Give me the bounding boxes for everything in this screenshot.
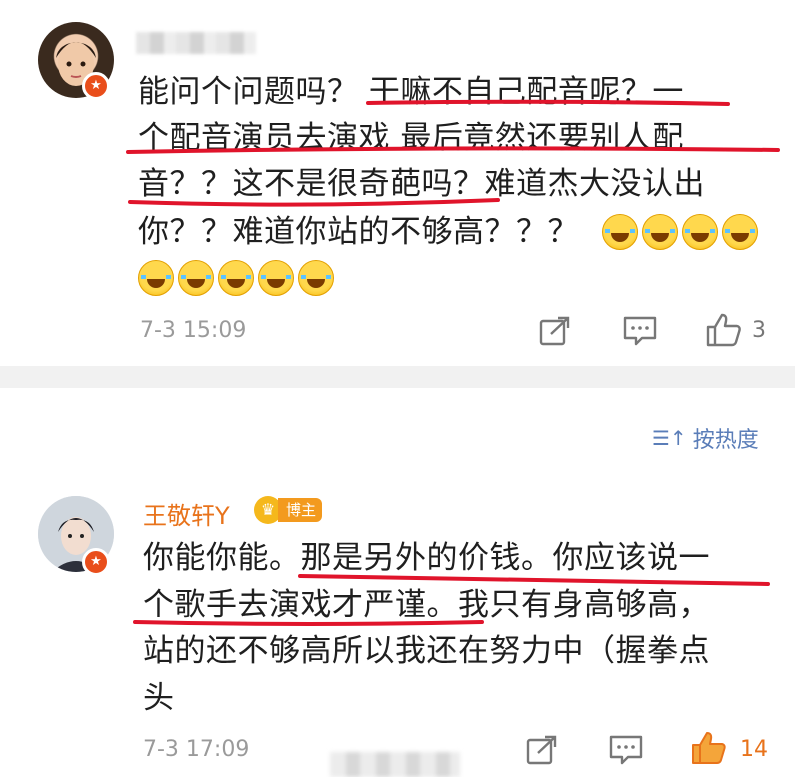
verified-badge-icon: ★ bbox=[82, 72, 110, 100]
comment-text-line-1: 能问个问题吗？ 干嘛不自己配音呢？一 bbox=[138, 74, 684, 110]
username-blurred bbox=[136, 32, 256, 54]
share-icon[interactable] bbox=[538, 314, 572, 348]
share-icon[interactable] bbox=[525, 733, 559, 767]
timestamp: 7-3 15:09 bbox=[140, 318, 247, 343]
comment-icon[interactable] bbox=[622, 314, 658, 348]
laughing-crying-emoji bbox=[218, 260, 254, 296]
laughing-crying-emoji bbox=[602, 214, 638, 250]
laughing-crying-emoji bbox=[722, 214, 758, 250]
verified-badge-icon: ★ bbox=[82, 548, 110, 576]
like-icon[interactable] bbox=[705, 312, 743, 348]
author-badge-label: 博主 bbox=[278, 498, 322, 522]
blurred-area bbox=[330, 752, 460, 777]
author-badge: ♛ 博主 bbox=[254, 496, 322, 524]
sort-icon: ☰↑ bbox=[652, 426, 687, 450]
comment-text-line-4: 头 bbox=[143, 680, 175, 716]
comment-text-line-2: 个配音演员去演戏 最后竟然还要别人配 bbox=[138, 120, 684, 156]
laughing-crying-emoji bbox=[642, 214, 678, 250]
sort-by-hot-button[interactable]: ☰↑ 按热度 bbox=[652, 422, 759, 454]
username[interactable]: 王敬轩Y bbox=[143, 496, 230, 531]
laughing-crying-emoji bbox=[258, 260, 294, 296]
comment-text-line-4: 你？？难道你站的不够高？？？ bbox=[138, 214, 579, 250]
comment-text-line-1: 你能你能。那是另外的价钱。你应该说一 bbox=[143, 540, 710, 576]
like-count: 14 bbox=[740, 737, 768, 762]
laughing-crying-emoji bbox=[298, 260, 334, 296]
comment-text-line-3: 站的还不够高所以我还在努力中（握拳点 bbox=[143, 633, 710, 669]
comment-text-line-2: 个歌手去演戏才严谨。我只有身高够高， bbox=[143, 587, 710, 623]
comment-icon[interactable] bbox=[608, 733, 644, 767]
laughing-crying-emoji bbox=[178, 260, 214, 296]
comment-text-line-3: 音？？这不是很奇葩吗？难道杰大没认出 bbox=[138, 166, 705, 202]
like-count: 3 bbox=[752, 318, 766, 343]
section-divider bbox=[0, 366, 795, 388]
laughing-crying-emoji bbox=[138, 260, 174, 296]
comment-1: ★ 能问个问题吗？ 干嘛不自己配音呢？一 个配音演员去演戏 最后竟然还要别人配 … bbox=[0, 0, 795, 366]
like-icon-active[interactable] bbox=[690, 730, 728, 766]
timestamp: 7-3 17:09 bbox=[143, 737, 250, 762]
sort-label: 按热度 bbox=[692, 428, 759, 453]
laughing-crying-emoji bbox=[682, 214, 718, 250]
